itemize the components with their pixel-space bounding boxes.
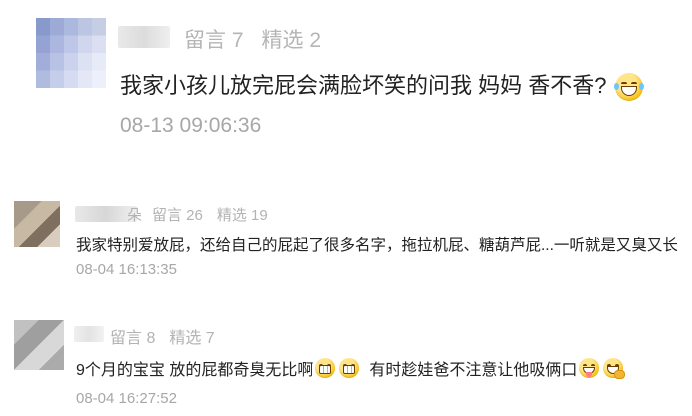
messages-count: 留言 8 — [110, 330, 156, 347]
comment-text: 9个月的宝宝 放的屁都奇臭无比啊 有时趁娃爸不注意让他吸俩口 — [76, 356, 626, 380]
messages-count: 留言 7 — [184, 29, 244, 52]
hand-over-mouth-emoji-icon — [603, 358, 626, 379]
avatar[interactable] — [14, 320, 64, 370]
tongue-out-emoji-icon — [579, 358, 600, 378]
commenter-name-blurred — [74, 326, 104, 342]
comment-text: 我家小孩儿放完屁会满脸坏笑的问我 妈妈 香不香? — [120, 68, 645, 102]
avatar[interactable] — [14, 201, 60, 247]
featured-count: 精选 19 — [216, 207, 268, 224]
comment-meta: 留言 7 精选 2 — [184, 24, 321, 54]
comment-timestamp: 08-04 16:13:35 — [76, 261, 177, 278]
comment-text-part-2: 有时趁娃爸不注意让他吸俩口 — [369, 362, 578, 379]
comment-timestamp: 08-04 16:27:52 — [76, 390, 177, 407]
comment-text-part-1: 9个月的宝宝 放的屁都奇臭无比啊 — [76, 362, 314, 379]
comment-meta: 留言 26 精选 19 — [152, 204, 268, 225]
grin-emoji-icon — [339, 358, 360, 378]
comment-text: 我家特别爱放屁，还给自己的屁起了很多名字，拖拉机屁、糖葫芦屁...一听就是又臭又… — [76, 237, 678, 254]
comment-1: 留言 7 精选 2 我家小孩儿放完屁会满脸坏笑的问我 妈妈 香不香? 08-13… — [0, 0, 692, 170]
messages-count: 留言 26 — [152, 207, 203, 224]
laughing-tears-emoji-icon — [613, 73, 644, 102]
comment-meta: 留言 8 精选 7 — [110, 324, 215, 348]
comment-2: 朵 留言 26 精选 19 我家特别爱放屁，还给自己的屁起了很多名字，拖拉机屁、… — [0, 195, 692, 285]
comment-text-body: 我家小孩儿放完屁会满脸坏笑的问我 妈妈 香不香? — [120, 73, 607, 98]
featured-count: 精选 2 — [261, 29, 322, 52]
comment-timestamp: 08-13 09:06:36 — [120, 114, 262, 137]
grin-emoji-icon — [315, 358, 336, 378]
commenter-name-blurred — [118, 26, 170, 48]
featured-count: 精选 7 — [169, 330, 215, 347]
avatar[interactable] — [36, 18, 106, 88]
comment-3: 留言 8 精选 7 9个月的宝宝 放的屁都奇臭无比啊 有时趁娃爸不注意让他吸俩口… — [0, 318, 692, 416]
commenter-name-suffix: 朵 — [127, 207, 143, 224]
